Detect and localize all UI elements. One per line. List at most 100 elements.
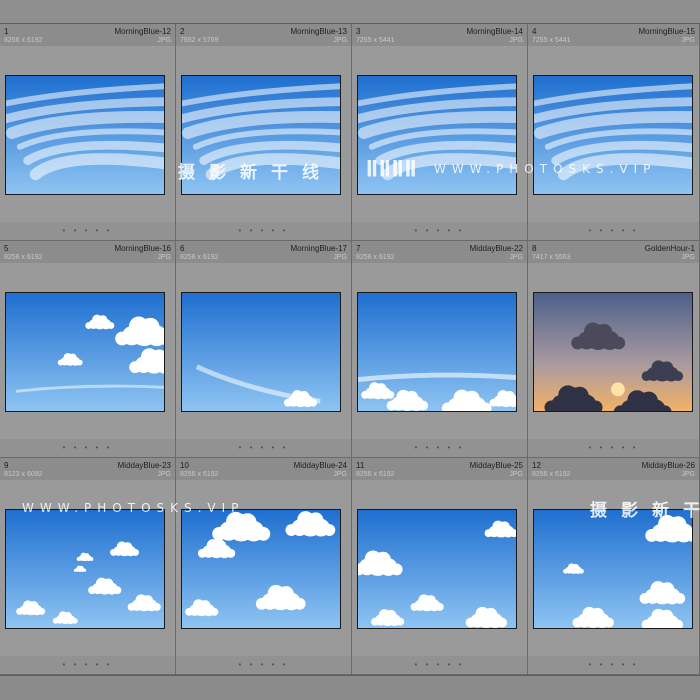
cloud-puff [113,586,122,595]
library-grid: 1 8256 x 6192 MorningBlue-12 JPG • • • •… [0,0,700,700]
photo-cell-11[interactable]: 11 8256 x 6192 MiddayBlue-25 JPG • • • •… [352,458,528,675]
cloud-puff [489,398,498,407]
rating-dots[interactable]: • • • • • [176,443,351,452]
cloud-puff [639,391,658,410]
cloud-puff [76,359,83,366]
photo-thumbnail[interactable] [533,75,693,195]
cell-filename: MorningBlue-15 [638,27,695,36]
cloud-puff [123,542,133,552]
cloud-puff [107,322,115,330]
photo-cell-12[interactable]: 12 8256 x 6192 MiddayBlue-26 JPG • • • •… [528,458,700,675]
photo-cell-2[interactable]: 2 7692 x 5769 MorningBlue-13 JPG • • • •… [176,24,352,241]
rating-dots[interactable]: • • • • • [528,443,699,452]
cell-index: 11 [356,461,365,470]
photo-cell-3[interactable]: 3 7255 x 5441 MorningBlue-14 JPG • • • •… [352,24,528,241]
sky-background [182,293,340,411]
cloud-puff [572,617,583,628]
cloud-puff [226,548,236,558]
cloud-puff [200,600,211,611]
photo-thumbnail[interactable] [357,75,517,195]
cloud-puff [396,617,405,626]
rating-dots[interactable]: • • • • • [0,226,175,235]
sun [611,382,625,397]
grid-bottom-strip [0,675,700,700]
photo-cell-10[interactable]: 10 8256 x 6192 MiddayBlue-24 JPG • • • •… [176,458,352,675]
cloud-puff [152,603,161,611]
cloud-puff [660,609,674,623]
photo-cell-6[interactable]: 6 8256 x 6192 MorningBlue-17 JPG • • • •… [176,241,352,458]
cell-filetype: JPG [509,254,523,261]
photo-cell-7[interactable]: 7 8256 x 6192 MiddayBlue-22 JPG • • • • … [352,241,528,458]
photo-thumbnail[interactable] [181,292,341,412]
cloud-puff [376,383,387,394]
cloud-puff [29,601,39,611]
cloud-puff [464,390,480,407]
cell-filetype: JPG [333,471,347,478]
cell-dimensions: 7417 x 5563 [532,254,571,261]
rating-dots[interactable]: • • • • • [0,660,175,669]
photo-thumbnail[interactable] [357,509,517,629]
photo-thumbnail[interactable] [181,75,341,195]
photo-cell-5[interactable]: 5 8256 x 6192 MorningBlue-16 JPG • • • •… [0,241,176,458]
photo-thumbnail[interactable] [5,509,165,629]
cell-index: 7 [356,244,361,253]
sky-image [182,510,340,628]
cell-index: 12 [532,461,541,470]
cloud-puff [612,336,626,350]
cell-dimensions: 8256 x 6192 [4,254,43,261]
cloud-puff [418,400,429,411]
cloud-puff [386,390,395,399]
cell-dimensions: 8256 x 6192 [356,471,395,478]
cloud-puff [214,540,227,552]
cloud-puff [285,524,298,536]
cell-filename: MorningBlue-14 [466,27,523,36]
grid-top-strip [0,0,700,24]
cloud-puff [283,398,292,407]
photo-cell-8[interactable]: 8 7417 x 5563 GoldenHour-1 JPG • • • • • [528,241,700,458]
cell-filename: MiddayBlue-25 [469,461,523,470]
cell-filename: MorningBlue-17 [290,244,347,253]
rating-dots[interactable]: • • • • • [352,443,527,452]
photo-cell-4[interactable]: 4 7255 x 5441 MorningBlue-15 JPG • • • •… [528,24,700,241]
cloud-puff [669,516,687,533]
photo-thumbnail[interactable] [181,509,341,629]
cloud-puff [371,617,379,626]
cloud-puff [465,617,476,628]
cloud-puff [309,398,318,407]
cloud-puff [16,607,24,615]
rating-dots[interactable]: • • • • • [528,226,699,235]
cell-index: 9 [4,461,9,470]
rating-dots[interactable]: • • • • • [352,226,527,235]
cloud-puff [425,595,436,606]
cloud-puff [88,586,97,595]
cloud-puff [484,529,493,538]
cloud-puff [673,371,684,382]
cloud-puff [386,400,397,411]
photo-thumbnail[interactable] [5,75,165,195]
cloud-puff [278,586,294,602]
cell-filename: MorningBlue-13 [290,27,347,36]
cloud-puff [293,597,306,610]
photo-cell-1[interactable]: 1 8256 x 6192 MorningBlue-12 JPG • • • •… [0,24,176,241]
photo-cell-9[interactable]: 9 8123 x 6092 MiddayBlue-23 JPG • • • • … [0,458,176,675]
sky-image [6,293,164,411]
cloud-puff [132,548,140,556]
rating-dots[interactable]: • • • • • [176,660,351,669]
rating-dots[interactable]: • • • • • [176,226,351,235]
cell-index: 1 [4,27,9,36]
cloud-puff [435,603,444,611]
rating-dots[interactable]: • • • • • [352,660,527,669]
cloud-puff [71,617,78,624]
cell-filetype: JPG [681,471,695,478]
cell-filetype: JPG [333,254,347,261]
cloud-puff [255,597,268,610]
photo-thumbnail[interactable] [357,292,517,412]
rating-dots[interactable]: • • • • • [528,660,699,669]
cloud-puff [660,582,675,597]
cell-filetype: JPG [681,254,695,261]
photo-thumbnail[interactable] [5,292,165,412]
photo-thumbnail[interactable] [533,292,693,412]
sky-image [358,510,516,628]
photo-thumbnail[interactable] [533,509,693,629]
rating-dots[interactable]: • • • • • [0,443,175,452]
